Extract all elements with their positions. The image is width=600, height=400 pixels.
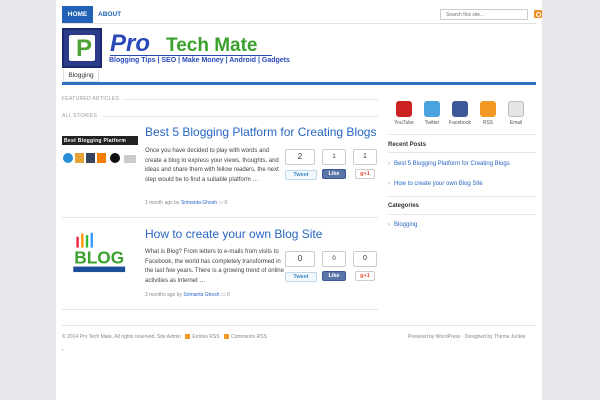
gplus-count: 0 [353,251,377,267]
email-icon[interactable] [508,101,524,117]
footer-credit: Powered by WordPress · Designed by Theme… [408,334,526,340]
divider [62,325,536,326]
like-button[interactable]: Like [322,271,346,281]
twitter-icon[interactable] [424,101,440,117]
recent-post-link[interactable]: How to create your own Blog Site [388,181,483,187]
logo-letter: P [76,35,93,62]
rss-icon[interactable] [480,101,496,117]
tweet-button[interactable]: Tweet [285,170,317,180]
tweet-count: 2 [285,149,315,165]
top-nav: HOME ABOUT [62,6,542,23]
page: HOME ABOUT P Pro Tech Mate Blogging Tips… [56,0,542,400]
comment-count[interactable]: 0 [227,292,230,298]
tweet-count: 0 [285,251,315,267]
post-excerpt: What is Blog? From letters to e-mails fr… [145,249,284,284]
rss-label[interactable]: RSS [473,120,503,126]
facebook-icon[interactable] [452,101,468,117]
youtube-label[interactable]: YouTube [389,120,419,126]
category-tab-blogging[interactable]: Blogging [63,69,99,82]
logo-pro-text[interactable]: Pro [110,32,150,56]
entries-rss-link[interactable]: Entries RSS [192,334,219,340]
gplus-button[interactable]: g+1 [355,271,375,281]
header-bar [62,82,536,85]
search-input[interactable] [440,9,528,20]
post-meta: 1 month ago by Srimanta Ghosh ▭ 0 [145,200,227,206]
post-time: 1 month ago by [145,200,180,206]
recent-posts-heading: Recent Posts [388,142,427,148]
post-title[interactable]: Best 5 Blogging Platform for Creating Bl… [145,125,376,139]
nav-about-link[interactable]: ABOUT [98,6,121,23]
copyright-text: © 2014 Pro Tech Mate. All rights reserve… [62,334,181,340]
post-time: 2 months ago by [145,292,182,298]
rss-icon [223,334,229,340]
divider [124,99,378,100]
divider [102,116,378,117]
facebook-label[interactable]: Facebook [445,120,475,126]
post-author-link[interactable]: Srimanta Ghosh [183,292,219,298]
divider [388,152,536,153]
post-author-link[interactable]: Srimanta Ghosh [181,200,217,206]
footer-copyright: © 2014 Pro Tech Mate. All rights reserve… [62,334,267,340]
gplus-button[interactable]: g+1 [355,169,375,179]
footer-logo-icon: ▪ [62,347,64,352]
post-thumbnail[interactable]: BLOG [62,232,138,276]
search-button[interactable] [534,10,542,18]
logo-techmate-text[interactable]: Tech Mate [166,36,258,56]
post-excerpt: Once you have decided to play with words… [145,148,279,183]
nav-home-link[interactable]: HOME [62,6,93,23]
rss-icon [185,334,191,340]
divider [62,23,536,24]
category-link[interactable]: Blogging [388,222,417,228]
svg-text:BLOG: BLOG [74,247,124,267]
youtube-icon[interactable] [396,101,412,117]
featured-articles-label: FEATURED ARTICLES [62,96,120,102]
comment-icon: ▭ [220,292,226,298]
logo-icon[interactable]: P [62,28,102,68]
post-title[interactable]: How to create your own Blog Site [145,227,322,241]
like-count: 1 [322,149,346,165]
logo-underline [110,55,272,56]
divider [62,217,378,218]
email-label[interactable]: Email [501,120,531,126]
divider [62,309,378,310]
divider [388,196,536,197]
comment-icon: ▭ [218,200,224,206]
thumbnail-caption: Best Blogging Platform [64,138,127,144]
gplus-count: 1 [353,149,377,165]
all-stories-label: ALL STORIES [62,113,98,119]
divider [388,214,536,215]
logo-tagline: Blogging Tips | SEO | Make Money | Andro… [109,57,290,64]
like-count: 0 [322,251,346,267]
like-button[interactable]: Like [322,169,346,179]
divider [388,134,536,135]
comments-rss-link[interactable]: Comments RSS [231,334,267,340]
post-meta: 2 months ago by Srimanta Ghosh ▭ 0 [145,292,230,298]
recent-post-link[interactable]: Best 5 Blogging Platform for Creating Bl… [388,161,510,167]
tweet-button[interactable]: Tweet [285,272,317,282]
twitter-label[interactable]: Twitter [417,120,447,126]
comment-count[interactable]: 0 [225,200,228,206]
categories-heading: Categories [388,203,420,209]
